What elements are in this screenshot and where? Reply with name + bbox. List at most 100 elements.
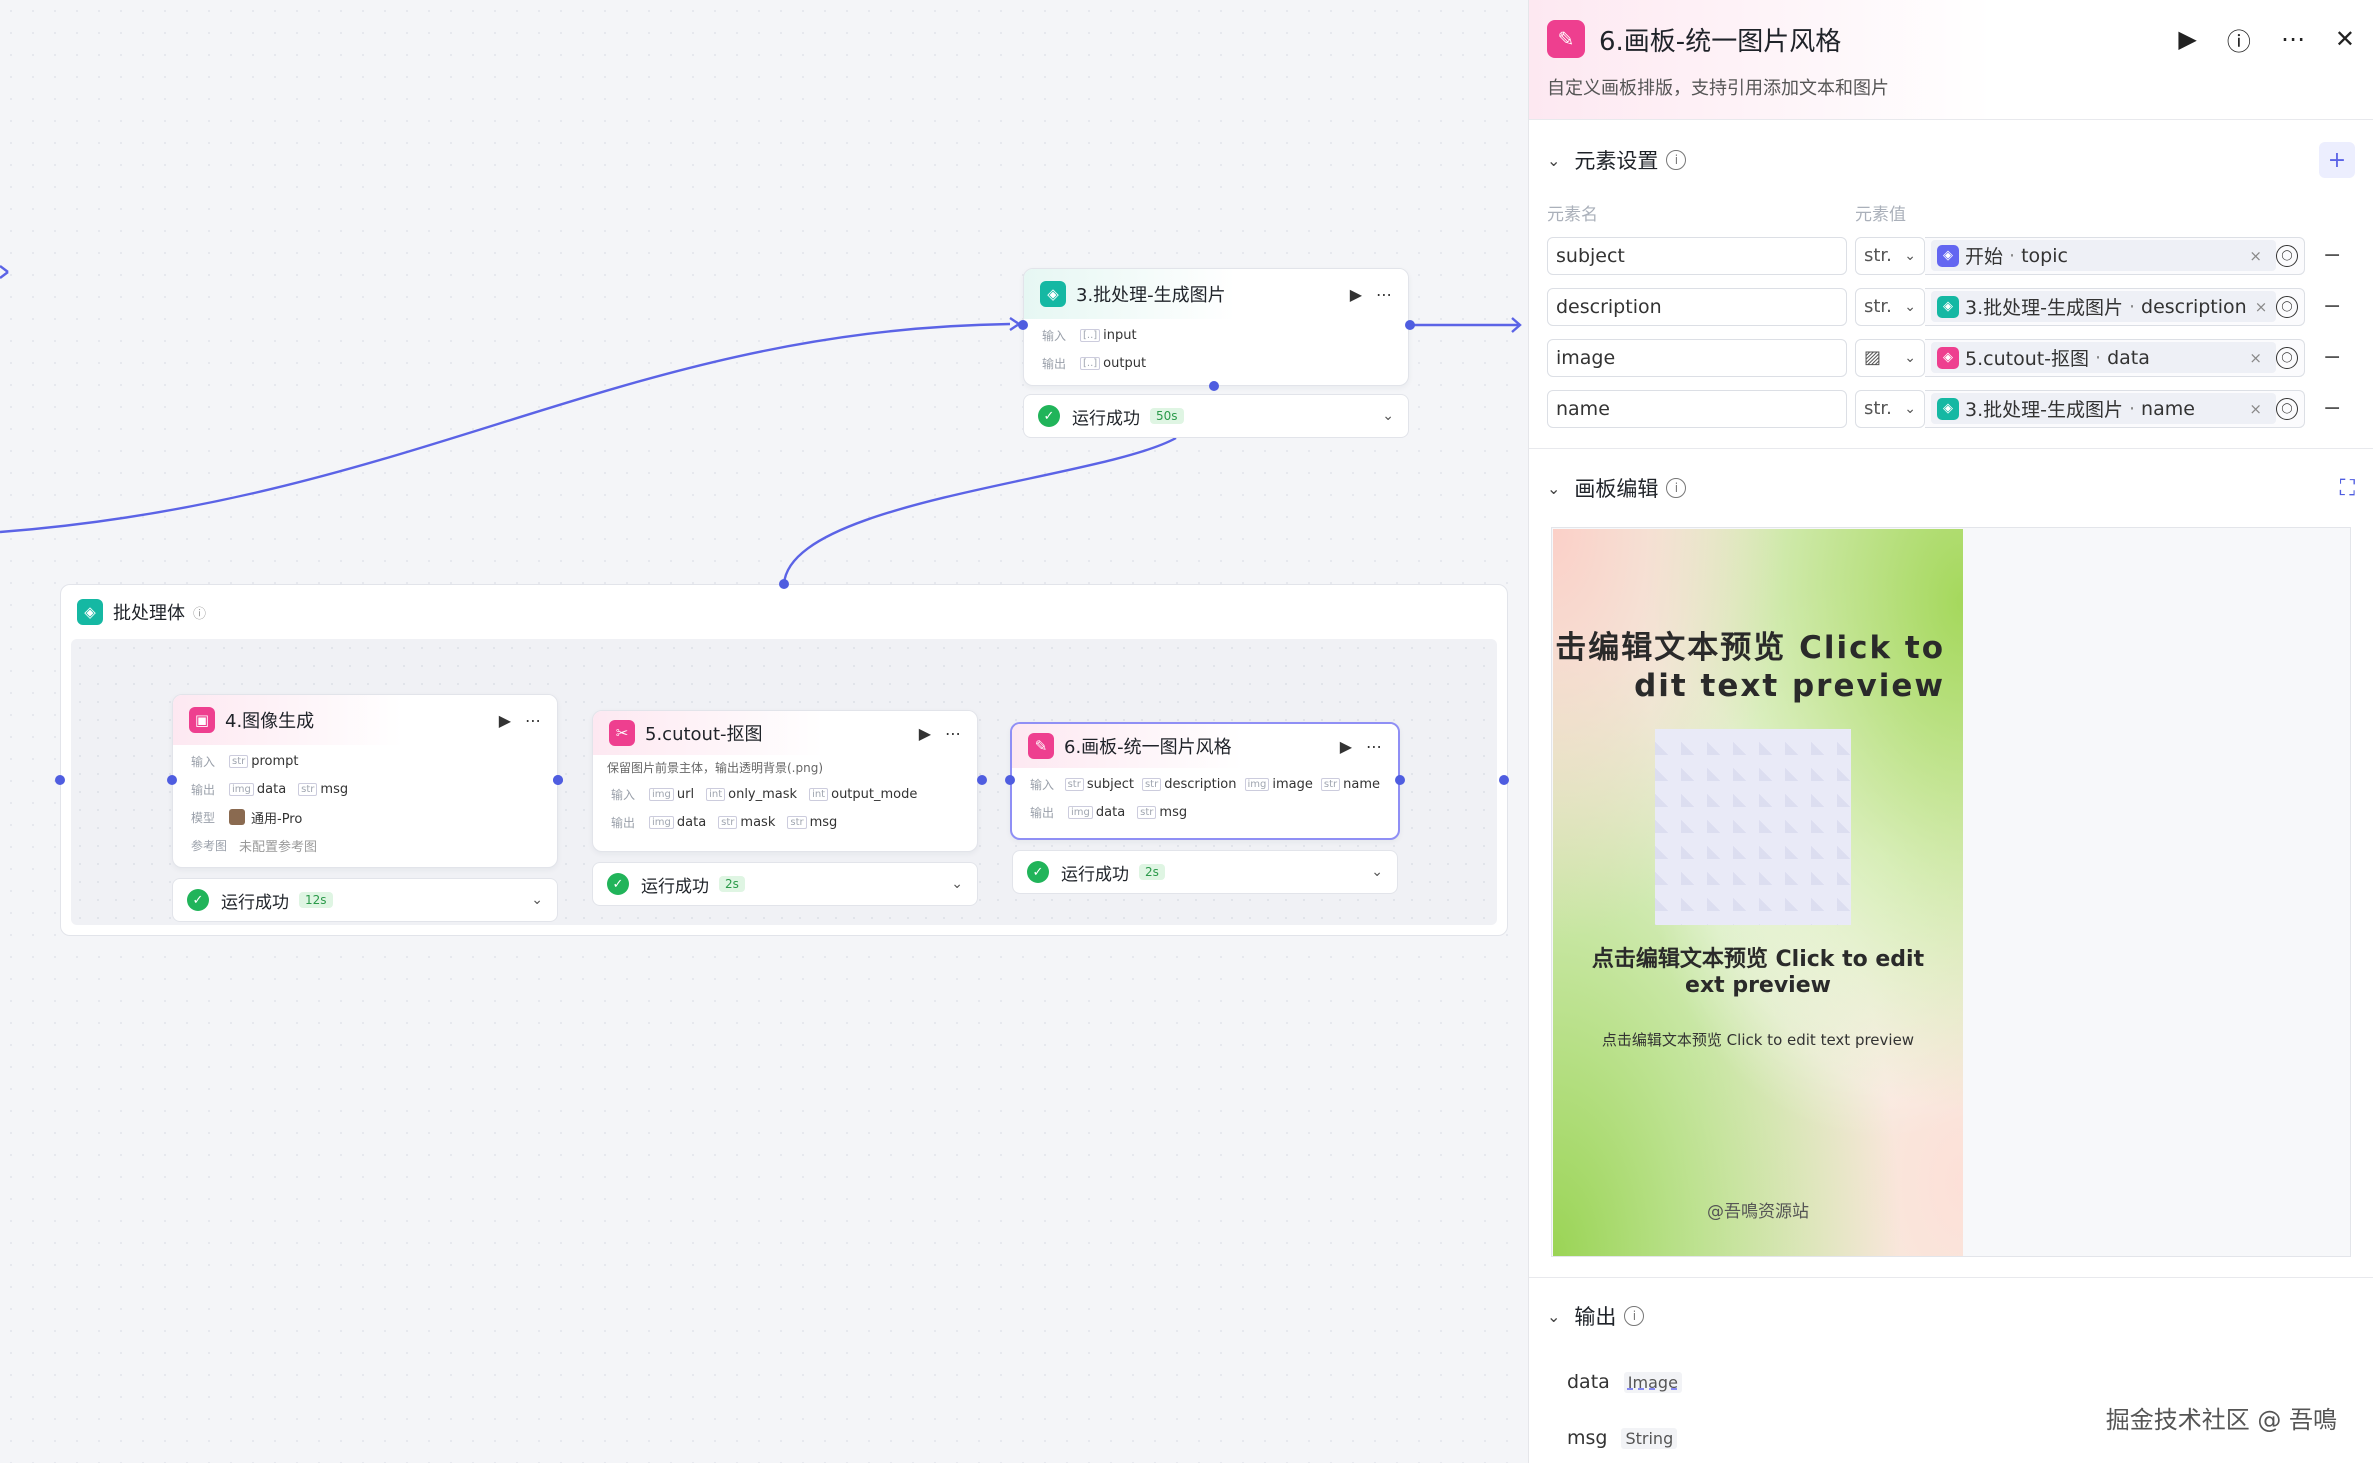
- chevron-down-icon[interactable]: ⌄: [1547, 1307, 1560, 1326]
- image-placeholder[interactable]: [1655, 729, 1851, 925]
- element-name-input[interactable]: name: [1547, 389, 1847, 428]
- element-name-input[interactable]: subject: [1547, 236, 1847, 275]
- port[interactable]: [977, 775, 987, 785]
- element-value-ref[interactable]: ◈ 开始 · topic × ◯: [1925, 236, 2305, 275]
- element-type-select[interactable]: str. ⌄: [1855, 389, 1925, 428]
- preview-big-text[interactable]: 点击编辑文本预览 Click to dit text preview: [1553, 629, 1945, 705]
- port[interactable]: [779, 579, 789, 589]
- input-chip: [..] input: [1080, 328, 1137, 343]
- canvas-section: ⌄ 画板编辑 i ⛶ 点击编辑文本预览 Click to dit text pr…: [1529, 449, 2373, 1257]
- more-icon[interactable]: ⋯: [2281, 25, 2305, 53]
- success-icon: ✓: [607, 873, 629, 895]
- batch-icon: ◈: [77, 599, 103, 625]
- info-icon: i: [1666, 150, 1687, 170]
- chevron-down-icon: ⌄: [1904, 298, 1916, 315]
- workflow-canvas[interactable]: ◈ 3.批处理-生成图片 ▶ ⋯ 输入 [..] input 输出 [..] outpu…: [0, 0, 1528, 1463]
- node3-status[interactable]: ✓ 运行成功 50s ⌄: [1023, 394, 1409, 438]
- output-chip: [..] output: [1080, 356, 1146, 371]
- node-title: 3.批处理-生成图片: [1076, 285, 1226, 306]
- panel-subtitle: 自定义画板排版，支持引用添加文本和图片: [1547, 78, 1889, 99]
- chevron-down-icon: ⌄: [1904, 349, 1916, 366]
- artboard-editor[interactable]: 点击编辑文本预览 Click to dit text preview 点击编辑文…: [1551, 527, 2351, 1257]
- port[interactable]: [167, 775, 177, 785]
- clear-icon[interactable]: ×: [2241, 400, 2270, 418]
- more-icon[interactable]: ⋯: [525, 711, 541, 730]
- ref-node-icon: ◈: [1937, 295, 1959, 318]
- reference-picker-icon[interactable]: ◯: [2276, 244, 2298, 267]
- run-icon[interactable]: ▶: [499, 711, 511, 730]
- cutout-icon: ✂: [609, 720, 635, 746]
- element-type-select[interactable]: str. ⌄: [1855, 236, 1925, 275]
- element-type-select[interactable]: str. ⌄: [1855, 287, 1925, 326]
- reference-picker-icon[interactable]: ◯: [2276, 346, 2298, 369]
- batch-icon: ◈: [1040, 281, 1066, 307]
- more-icon[interactable]: ⋯: [945, 724, 961, 743]
- clear-icon[interactable]: ×: [2241, 349, 2270, 367]
- port[interactable]: [1018, 320, 1028, 330]
- port[interactable]: [1005, 775, 1015, 785]
- element-value-ref[interactable]: ◈ 3.批处理-生成图片 · description × ◯: [1925, 287, 2305, 326]
- help-icon[interactable]: ⓘ: [2227, 22, 2251, 57]
- run-icon[interactable]: ▶: [919, 724, 931, 743]
- output-section: ⌄ 输出 i data Image msg String: [1529, 1278, 2373, 1463]
- remove-element-button[interactable]: −: [2323, 243, 2341, 268]
- port[interactable]: [1209, 381, 1219, 391]
- fullscreen-icon[interactable]: ⛶: [2340, 476, 2355, 501]
- chevron-down-icon[interactable]: ⌄: [1547, 479, 1560, 498]
- node-batch-generate-image[interactable]: ◈ 3.批处理-生成图片 ▶ ⋯ 输入 [..] input 输出 [..] outpu…: [1023, 268, 1409, 386]
- remove-element-button[interactable]: −: [2323, 396, 2341, 421]
- port[interactable]: [553, 775, 563, 785]
- panel-title: 6.画板-统一图片风格: [1599, 26, 1842, 57]
- port[interactable]: [1395, 775, 1405, 785]
- node-cutout[interactable]: ✂ 5.cutout-抠图 ▶ ⋯ 保留图片前景主体，输出透明背景(.png) …: [592, 710, 978, 852]
- elements-section: ⌄ 元素设置 i + 元素名 元素值 subject str. ⌄ ◈ 开始 · topic…: [1529, 120, 2373, 434]
- node-artboard[interactable]: ✎ 6.画板-统一图片风格 ▶ ⋯ 输入 str subject str descr…: [1010, 722, 1400, 840]
- artboard-icon: ✎: [1547, 20, 1585, 58]
- element-row: subject str. ⌄ ◈ 开始 · topic × ◯ −: [1547, 230, 2355, 281]
- clear-icon[interactable]: ×: [2247, 298, 2276, 316]
- list-type-icon: [..]: [1080, 356, 1101, 370]
- element-value-ref[interactable]: ◈ 3.批处理-生成图片 · name × ◯: [1925, 389, 2305, 428]
- node4-status[interactable]: ✓ 运行成功 12s ⌄: [172, 878, 558, 922]
- chevron-down-icon[interactable]: ⌄: [1382, 408, 1394, 424]
- clear-icon[interactable]: ×: [2241, 247, 2270, 265]
- port[interactable]: [1499, 775, 1509, 785]
- remove-element-button[interactable]: −: [2323, 345, 2341, 370]
- image-icon: ▣: [189, 707, 215, 733]
- element-name-input[interactable]: image: [1547, 338, 1847, 377]
- chevron-down-icon: ⌄: [1904, 247, 1916, 264]
- add-element-button[interactable]: +: [2319, 142, 2355, 178]
- chevron-down-icon[interactable]: ⌄: [531, 892, 543, 908]
- more-icon[interactable]: ⋯: [1376, 285, 1392, 304]
- ref-node-icon: ◈: [1937, 346, 1959, 369]
- element-name-input[interactable]: description: [1547, 287, 1847, 326]
- run-icon[interactable]: ▶: [2178, 25, 2196, 53]
- node-settings-panel: ✎ 6.画板-统一图片风格 ▶ ⓘ ⋯ ✕ 自定义画板排版，支持引用添加文本和图…: [1528, 0, 2373, 1463]
- run-icon[interactable]: ▶: [1350, 285, 1362, 304]
- preview-small-text[interactable]: 点击编辑文本预览 Click to edit text preview: [1553, 1029, 1963, 1050]
- chevron-down-icon[interactable]: ⌄: [1371, 864, 1383, 880]
- artboard-card[interactable]: 点击编辑文本预览 Click to dit text preview 点击编辑文…: [1553, 529, 1963, 1256]
- group-title: 批处理体: [113, 603, 185, 624]
- reference-picker-icon[interactable]: ◯: [2276, 397, 2298, 420]
- wire-arrow-left: [0, 265, 9, 279]
- preview-mid-text[interactable]: 点击编辑文本预览 Click to edit ext preview: [1553, 947, 1963, 999]
- reference-picker-icon[interactable]: ◯: [2276, 295, 2298, 318]
- chevron-down-icon[interactable]: ⌄: [1547, 151, 1560, 170]
- image-icon: ▨: [1864, 347, 1882, 368]
- node5-status[interactable]: ✓ 运行成功 2s ⌄: [592, 862, 978, 906]
- wire-node3-group: [782, 436, 1177, 585]
- port[interactable]: [1405, 320, 1415, 330]
- watermark: 掘金技术社区 @ 吾鳴: [2105, 1406, 2337, 1434]
- close-icon[interactable]: ✕: [2335, 25, 2355, 53]
- run-icon[interactable]: ▶: [1340, 737, 1352, 756]
- chevron-down-icon[interactable]: ⌄: [951, 876, 963, 892]
- element-value-ref[interactable]: ◈ 5.cutout-抠图 · data × ◯: [1925, 338, 2305, 377]
- node6-status[interactable]: ✓ 运行成功 2s ⌄: [1012, 850, 1398, 894]
- port[interactable]: [55, 775, 65, 785]
- remove-element-button[interactable]: −: [2323, 294, 2341, 319]
- element-type-select[interactable]: ▨ ⌄: [1855, 338, 1925, 377]
- more-icon[interactable]: ⋯: [1366, 737, 1382, 756]
- preview-signature[interactable]: @吾鳴资源站: [1553, 1197, 1963, 1222]
- node-image-generate[interactable]: ▣ 4.图像生成 ▶ ⋯ 输入 str prompt 输出 img data str…: [172, 694, 558, 868]
